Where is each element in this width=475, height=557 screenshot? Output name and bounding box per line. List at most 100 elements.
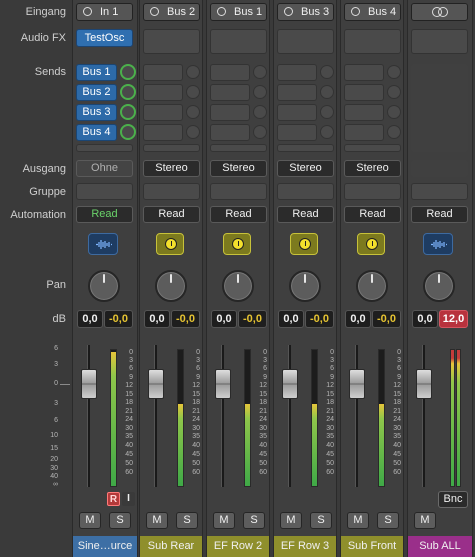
solo-button[interactable]: S: [310, 512, 332, 529]
automation-mode[interactable]: Read: [143, 206, 200, 223]
bounce-button[interactable]: Bnc: [438, 491, 468, 508]
send-level-knob[interactable]: [253, 125, 267, 139]
send-level-knob[interactable]: [387, 105, 401, 119]
channel-name[interactable]: EF Row 3: [274, 536, 336, 557]
pan-knob[interactable]: [222, 270, 254, 302]
send-slot[interactable]: [277, 104, 317, 121]
channel-name[interactable]: Sub Rear: [140, 536, 202, 557]
channel-name[interactable]: Sub Front: [341, 536, 403, 557]
audio-fx-slot[interactable]: [210, 29, 267, 54]
send-slot-empty[interactable]: [277, 144, 334, 152]
group-slot[interactable]: [344, 183, 401, 200]
send-slot-empty[interactable]: [210, 144, 267, 152]
send-level-knob[interactable]: [253, 65, 267, 79]
send-level-knob[interactable]: [186, 65, 200, 79]
send-level-knob[interactable]: [253, 85, 267, 99]
input-slot[interactable]: Bus 3: [277, 3, 334, 21]
audio-fx-slot[interactable]: TestOsc: [76, 29, 133, 47]
input-slot[interactable]: Bus 2: [143, 3, 200, 21]
output-slot[interactable]: Ohne: [76, 160, 133, 177]
pan-knob[interactable]: [88, 270, 120, 302]
send-level-knob[interactable]: [320, 85, 334, 99]
send-slot-4[interactable]: Bus 4: [76, 124, 117, 141]
audio-fx-slot[interactable]: [344, 29, 401, 54]
send-level-knob[interactable]: [120, 64, 136, 80]
mute-button[interactable]: M: [213, 512, 235, 529]
send-level-knob[interactable]: [186, 125, 200, 139]
send-slot-empty[interactable]: [143, 144, 200, 152]
input-slot[interactable]: Bus 4: [344, 3, 401, 21]
send-slot-1[interactable]: Bus 1: [76, 64, 117, 81]
solo-button[interactable]: S: [176, 512, 198, 529]
pan-knob[interactable]: [356, 270, 388, 302]
output-slot[interactable]: Stereo: [344, 160, 401, 177]
volume-fader[interactable]: [416, 369, 432, 399]
send-slot[interactable]: [210, 104, 250, 121]
volume-fader[interactable]: [215, 369, 231, 399]
send-slot[interactable]: [344, 84, 384, 101]
send-slot-empty[interactable]: [76, 144, 133, 152]
send-slot-empty[interactable]: [344, 144, 401, 152]
group-slot[interactable]: [143, 183, 200, 200]
automation-mode[interactable]: Read: [411, 206, 468, 223]
record-enable-button[interactable]: R: [107, 492, 120, 506]
mute-button[interactable]: M: [280, 512, 302, 529]
output-slot[interactable]: Stereo: [143, 160, 200, 177]
input-slot[interactable]: In 1: [76, 3, 133, 21]
audio-fx-slot[interactable]: [277, 29, 334, 54]
pan-knob[interactable]: [155, 270, 187, 302]
volume-fader[interactable]: [282, 369, 298, 399]
send-level-knob[interactable]: [120, 104, 136, 120]
group-slot[interactable]: [210, 183, 267, 200]
send-level-knob[interactable]: [120, 124, 136, 140]
pan-knob[interactable]: [289, 270, 321, 302]
send-slot-2[interactable]: Bus 2: [76, 84, 117, 101]
send-level-knob[interactable]: [387, 125, 401, 139]
channel-name[interactable]: Sine…urce: [73, 536, 137, 557]
automation-mode[interactable]: Read: [210, 206, 267, 223]
group-slot[interactable]: [76, 183, 133, 200]
balance-knob[interactable]: [423, 270, 455, 302]
audio-fx-slot[interactable]: [143, 29, 200, 54]
output-slot[interactable]: Stereo: [277, 160, 334, 177]
send-level-knob[interactable]: [186, 85, 200, 99]
automation-mode[interactable]: Read: [76, 206, 133, 223]
send-level-knob[interactable]: [186, 105, 200, 119]
send-slot[interactable]: [143, 84, 183, 101]
volume-fader[interactable]: [349, 369, 365, 399]
send-slot-3[interactable]: Bus 3: [76, 104, 117, 121]
send-slot[interactable]: [344, 124, 384, 141]
input-slot[interactable]: [411, 3, 468, 21]
group-slot[interactable]: [277, 183, 334, 200]
mute-button[interactable]: M: [414, 512, 436, 529]
send-slot[interactable]: [143, 64, 183, 81]
volume-fader[interactable]: [81, 369, 97, 399]
mute-button[interactable]: M: [146, 512, 168, 529]
send-slot[interactable]: [277, 124, 317, 141]
solo-button[interactable]: S: [243, 512, 265, 529]
group-slot[interactable]: [411, 183, 468, 200]
volume-fader[interactable]: [148, 369, 164, 399]
send-slot[interactable]: [277, 64, 317, 81]
send-slot[interactable]: [210, 124, 250, 141]
solo-button[interactable]: S: [109, 512, 131, 529]
channel-name[interactable]: Sub ALL: [408, 536, 472, 557]
input-slot[interactable]: Bus 1: [210, 3, 267, 21]
send-slot[interactable]: [143, 124, 183, 141]
send-slot[interactable]: [344, 64, 384, 81]
input-monitor-button[interactable]: I: [122, 492, 135, 506]
send-slot[interactable]: [143, 104, 183, 121]
send-level-knob[interactable]: [320, 65, 334, 79]
output-slot[interactable]: Stereo: [210, 160, 267, 177]
solo-button[interactable]: S: [377, 512, 399, 529]
send-level-knob[interactable]: [253, 105, 267, 119]
send-slot[interactable]: [344, 104, 384, 121]
send-level-knob[interactable]: [320, 125, 334, 139]
mute-button[interactable]: M: [79, 512, 101, 529]
automation-mode[interactable]: Read: [277, 206, 334, 223]
send-level-knob[interactable]: [120, 84, 136, 100]
channel-name[interactable]: EF Row 2: [207, 536, 269, 557]
send-level-knob[interactable]: [387, 85, 401, 99]
audio-fx-slot[interactable]: [411, 29, 468, 54]
send-slot[interactable]: [277, 84, 317, 101]
